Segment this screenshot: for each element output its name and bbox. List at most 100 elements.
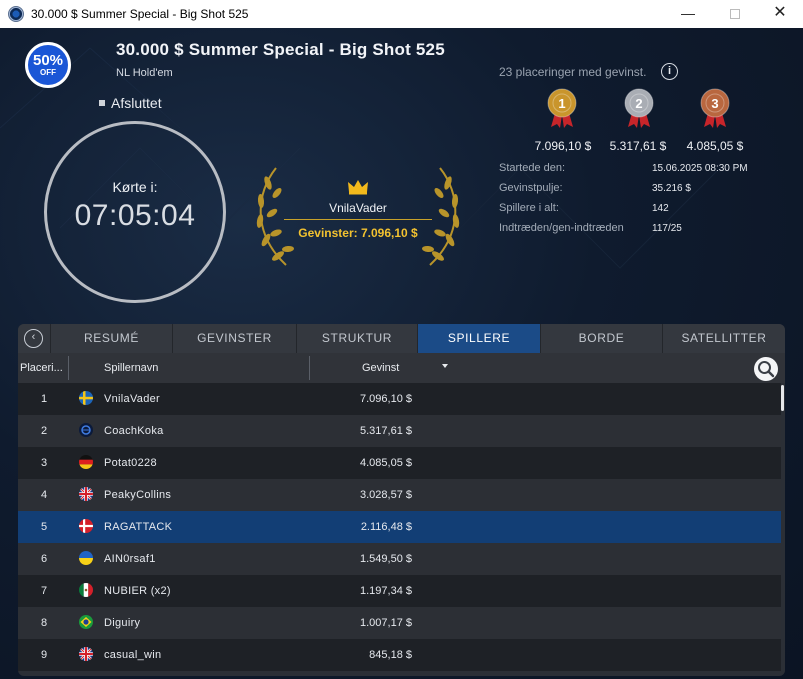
- tab-satellitter[interactable]: SATELLITTER: [662, 324, 785, 353]
- sweden-flag-icon: [79, 391, 93, 405]
- badge-percent: 50%: [32, 52, 64, 69]
- row-place: 2: [41, 425, 48, 437]
- winner-card: VnilaVader Gevinster: 7.096,10 $: [248, 153, 468, 278]
- medal-amount: 5.317,61 $: [609, 139, 667, 153]
- stat-label: Gevinstpulje:: [499, 182, 563, 194]
- column-prize[interactable]: Gevinst: [362, 362, 399, 374]
- row-prize: 7.096,10 $: [360, 393, 412, 405]
- scrollbar-track[interactable]: [781, 383, 785, 676]
- row-player-name: CoachKoka: [104, 425, 164, 437]
- table-row[interactable]: 6 AIN0rsaf1 1.549,50 $: [18, 543, 781, 575]
- winner-prize: Gevinster: 7.096,10 $: [298, 226, 418, 240]
- row-player-name: Diguiry: [104, 617, 141, 629]
- crown-icon: [348, 180, 368, 195]
- game-type: NL Hold'em: [116, 67, 173, 79]
- collapse-toggle-button[interactable]: ‹: [24, 329, 43, 348]
- row-place: 3: [41, 457, 48, 469]
- germany-flag-icon: [79, 455, 93, 469]
- row-prize: 3.028,57 $: [360, 489, 412, 501]
- badge-off: OFF: [40, 68, 56, 77]
- stat-label: Startede den:: [499, 162, 566, 174]
- table-row[interactable]: 5 RAGATTACK 2.116,48 $: [18, 511, 781, 543]
- table-header: Placeri... Spillernavn Gevinst: [18, 353, 785, 383]
- stat-label: Indtræden/gen-indtræden: [499, 222, 624, 234]
- column-place[interactable]: Placeri...: [20, 362, 63, 374]
- row-place: 7: [41, 585, 48, 597]
- row-place: 1: [41, 393, 48, 405]
- mexico-flag-icon: [79, 583, 93, 597]
- column-separator: [309, 356, 310, 380]
- united-kingdom-flag-icon: [79, 647, 93, 661]
- united-kingdom-flag-icon: [79, 487, 93, 501]
- column-name[interactable]: Spillernavn: [104, 362, 158, 374]
- stat-value: 117/25: [652, 223, 682, 234]
- winner-name: VnilaVader: [329, 201, 387, 215]
- table-row[interactable]: 4 PeakyCollins 3.028,57 $: [18, 479, 781, 511]
- tab-spillere[interactable]: SPILLERE: [417, 324, 540, 353]
- medal-1-icon: 1: [547, 88, 577, 128]
- stat-label: Spillere i alt:: [499, 202, 559, 214]
- scrollbar-thumb[interactable]: [781, 385, 784, 411]
- laurel-wreath-icon: [256, 167, 460, 266]
- stat-value: 35.216 $: [652, 183, 691, 194]
- tab-gevinster[interactable]: GEVINSTER: [172, 324, 296, 353]
- status-square-icon: [99, 100, 105, 107]
- row-player-name: PeakyCollins: [104, 489, 172, 501]
- lobby-panel: ‹ RESUMÉ GEVINSTER STRUKTUR SPILLERE BORDE SA…: [18, 324, 785, 676]
- tab-bar: ‹ RESUMÉ GEVINSTER STRUKTUR SPILLERE BORDE SA…: [18, 324, 785, 353]
- table-row[interactable]: 9 casual_win 845,18 $: [18, 639, 781, 671]
- tab-borde[interactable]: BORDE: [540, 324, 662, 353]
- app-logo-icon: [8, 6, 24, 22]
- column-separator: [68, 356, 69, 380]
- medal-rank-label: 3: [711, 96, 718, 111]
- brazil-flag-icon: [79, 615, 93, 629]
- stat-value: 142: [652, 203, 669, 214]
- tournament-title: 30.000 $ Summer Special - Big Shot 525: [116, 40, 445, 59]
- row-player-name: AIN0rsaf1: [104, 553, 156, 565]
- row-prize: 2.116,48 $: [360, 521, 412, 533]
- row-place: 5: [41, 521, 48, 533]
- row-prize: 1.007,17 $: [360, 617, 412, 629]
- row-prize: 4.085,05 $: [360, 457, 412, 469]
- search-icon[interactable]: [754, 357, 778, 381]
- medal-rank-label: 1: [558, 96, 565, 111]
- row-player-name: Potat0228: [104, 457, 157, 469]
- run-time-clock: Kørte i: 07:05:04: [44, 121, 226, 303]
- table-row[interactable]: 7 NUBIER (x2) 1.197,34 $: [18, 575, 781, 607]
- tournament-lobby: 50% OFF 30.000 $ Summer Special - Big Sh…: [0, 28, 803, 679]
- clock-label: Kørte i:: [112, 179, 158, 195]
- clock-time: 07:05:04: [74, 199, 196, 232]
- info-icon[interactable]: i: [661, 63, 678, 80]
- maximize-button[interactable]: [712, 0, 758, 28]
- table-row[interactable]: 8 Diguiry 1.007,17 $: [18, 607, 781, 639]
- tab-struktur[interactable]: STRUKTUR: [296, 324, 417, 353]
- table-row[interactable]: 1 VnilaVader 7.096,10 $: [18, 383, 781, 415]
- row-player-name: casual_win: [104, 649, 162, 661]
- tab-resum[interactable]: RESUMÉ: [50, 324, 172, 353]
- window-title: 30.000 $ Summer Special - Big Shot 525: [31, 7, 249, 21]
- medal-amount: 7.096,10 $: [534, 139, 592, 153]
- status-text: Afsluttet: [111, 95, 162, 111]
- sort-desc-icon[interactable]: [442, 364, 448, 368]
- row-player-name: RAGATTACK: [104, 521, 173, 533]
- row-prize: 1.197,34 $: [360, 585, 412, 597]
- maximize-icon: [730, 9, 740, 19]
- row-prize: 1.549,50 $: [360, 553, 412, 565]
- paid-places-text: 23 placeringer med gevinst.: [499, 65, 647, 79]
- close-button[interactable]: ✕: [757, 0, 803, 28]
- row-place: 4: [41, 489, 48, 501]
- medal-amount: 4.085,05 $: [686, 139, 744, 153]
- table-row[interactable]: 3 Potat0228 4.085,05 $: [18, 447, 781, 479]
- row-place: 6: [41, 553, 48, 565]
- minimize-button[interactable]: —: [665, 0, 711, 28]
- table-row[interactable]: 2 CoachKoka 5.317,61 $: [18, 415, 781, 447]
- medal-2-icon: 2: [624, 88, 654, 128]
- globe-flag-icon: [79, 423, 93, 437]
- ukraine-flag-icon: [79, 551, 93, 565]
- medal-3-icon: 3: [700, 88, 730, 128]
- row-prize: 5.317,61 $: [360, 425, 412, 437]
- winner-divider: [284, 219, 432, 220]
- window-titlebar: 30.000 $ Summer Special - Big Shot 525 —…: [0, 0, 803, 28]
- medal-rank-label: 2: [635, 96, 642, 111]
- row-prize: 845,18 $: [369, 649, 412, 661]
